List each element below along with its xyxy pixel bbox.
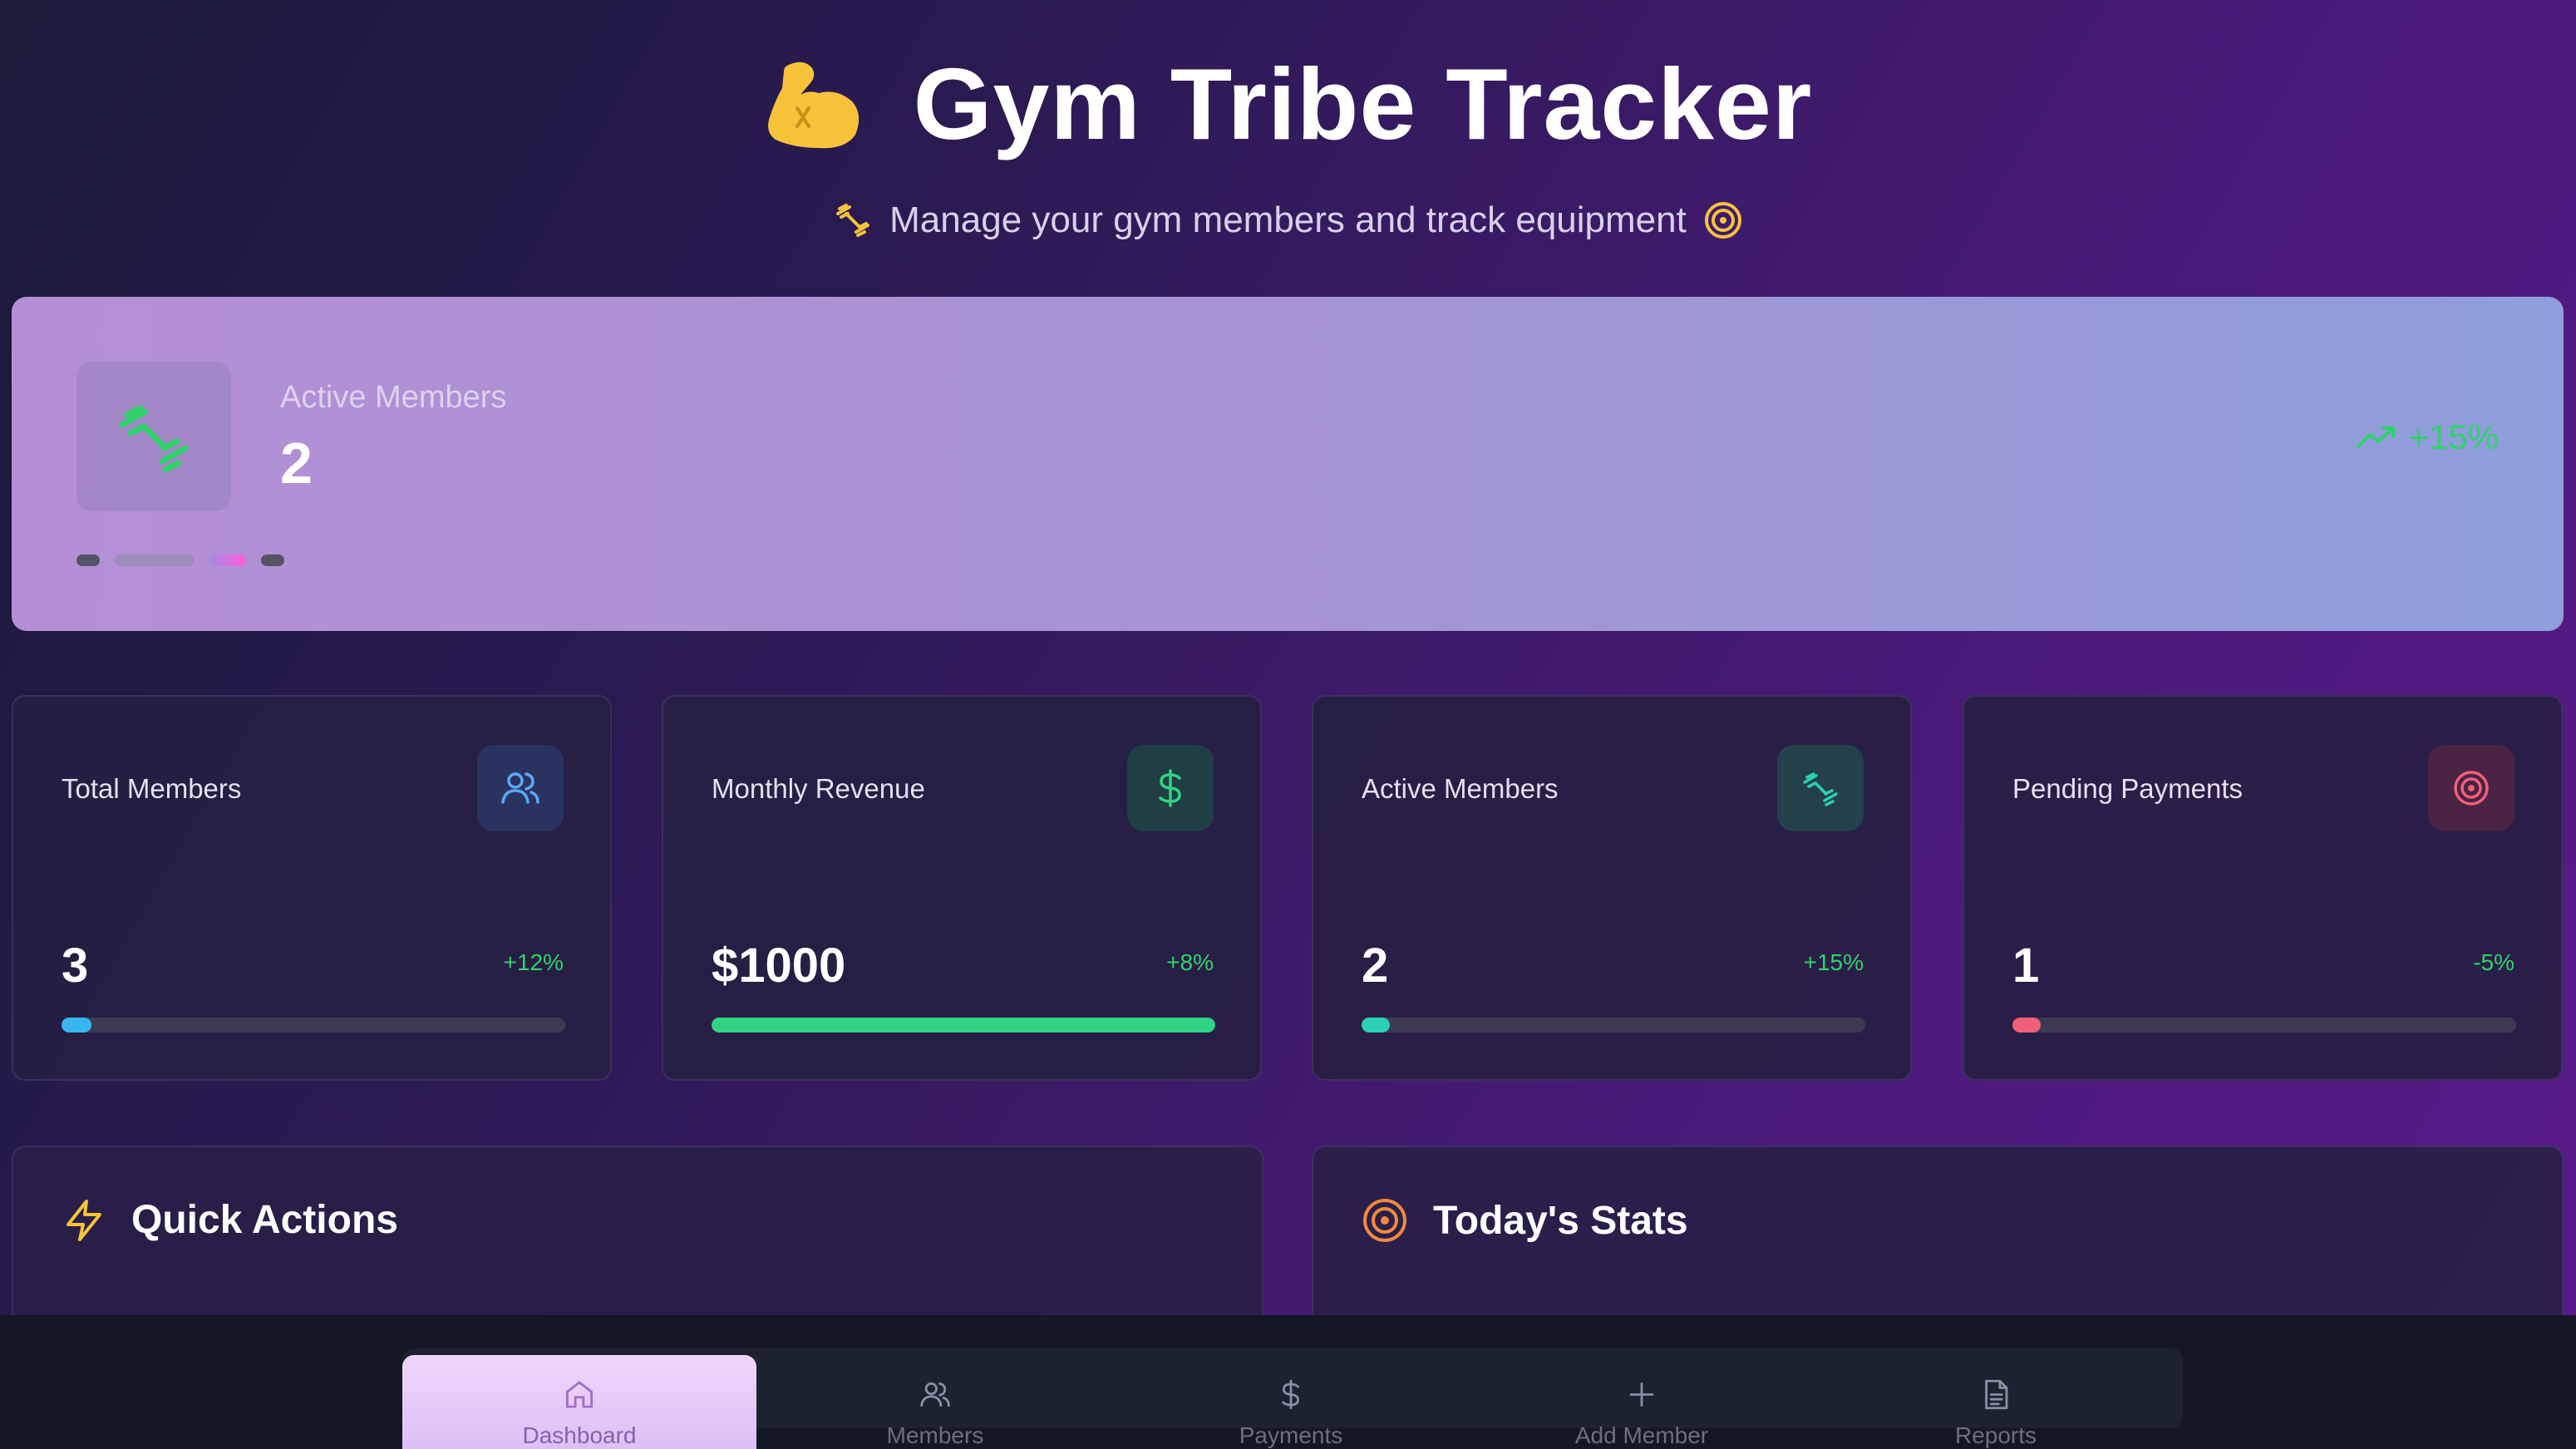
- nav-item-add-member[interactable]: Add Member: [1465, 1355, 1819, 1449]
- target-icon: [1704, 202, 1741, 239]
- stat-value: 1: [2012, 939, 2040, 993]
- bottom-navigation: Dashboard Members Payments Add Member Re…: [0, 1315, 2576, 1449]
- hero-trend: +15%: [2357, 417, 2499, 457]
- target-icon: [1363, 1199, 1406, 1242]
- carousel-indicators: [76, 554, 284, 566]
- stat-card-total-members[interactable]: Total Members 3 +12%: [12, 695, 612, 1081]
- hero-icon-box: [76, 362, 231, 511]
- nav-label: Members: [886, 1422, 984, 1448]
- nav-item-payments[interactable]: Payments: [1114, 1355, 1468, 1449]
- stat-icon-box: [2428, 745, 2514, 831]
- carousel-dot[interactable]: [76, 554, 100, 566]
- stats-grid: Total Members 3 +12% Monthly Revenue $10…: [12, 695, 2564, 1081]
- stat-icon-box: [1127, 745, 1214, 831]
- section-title: Today's Stats: [1433, 1198, 1688, 1243]
- dashboard-page: Gym Tribe Tracker Manage your gym member…: [0, 0, 2576, 1449]
- stat-label: Pending Payments: [2012, 773, 2244, 804]
- hero-label: Active Members: [280, 380, 507, 415]
- stat-icon-box: [477, 745, 564, 831]
- dollar-icon: [1159, 769, 1181, 807]
- nav-label: Reports: [1954, 1422, 2037, 1448]
- section-title: Quick Actions: [131, 1198, 398, 1242]
- nav-label: Payments: [1239, 1422, 1343, 1448]
- lightning-icon: [66, 1199, 101, 1241]
- plus-icon: [1629, 1382, 1654, 1407]
- stat-change: +15%: [1803, 949, 1864, 975]
- app-title: Gym Tribe Tracker: [913, 47, 1813, 160]
- users-icon: [920, 1382, 950, 1407]
- progress-fill: [2012, 1018, 2041, 1033]
- carousel-dot[interactable]: [115, 554, 195, 566]
- stat-label: Total Members: [62, 773, 242, 804]
- stat-card-active-members[interactable]: Active Members 2 +15%: [1312, 695, 1912, 1081]
- page-header: Gym Tribe Tracker Manage your gym member…: [0, 50, 2576, 241]
- stat-card-monthly-revenue[interactable]: Monthly Revenue $1000 +8%: [662, 695, 1262, 1081]
- hero-trend-value: +15%: [2408, 417, 2499, 456]
- hero-value: 2: [280, 431, 313, 495]
- page-subtitle: Manage your gym members and track equipm…: [889, 200, 1687, 240]
- stat-icon-box: [1777, 745, 1864, 831]
- stat-value: $1000: [712, 939, 846, 993]
- flexed-biceps-icon: [767, 62, 859, 149]
- dumbbell-icon: [119, 405, 189, 473]
- file-icon: [1985, 1379, 2008, 1410]
- stat-label: Monthly Revenue: [712, 773, 925, 804]
- hero-stat-card: Active Members 2 +15%: [12, 297, 2564, 631]
- nav-item-members[interactable]: Members: [758, 1355, 1112, 1449]
- stat-value: 2: [1362, 939, 1389, 993]
- stat-change: +8%: [1166, 949, 1214, 975]
- home-icon: [565, 1381, 594, 1408]
- trending-up-icon: [2357, 426, 2396, 448]
- users-icon: [501, 772, 539, 804]
- progress-bar: [712, 1018, 1215, 1033]
- nav-item-reports[interactable]: Reports: [1819, 1355, 2173, 1449]
- progress-bar: [62, 1018, 565, 1033]
- stat-change: -5%: [2473, 949, 2514, 975]
- progress-fill: [712, 1018, 1215, 1033]
- dumbbell-icon: [1803, 772, 1838, 806]
- nav-label: Add Member: [1574, 1422, 1709, 1448]
- stat-label: Active Members: [1362, 773, 1559, 804]
- progress-bar: [1362, 1018, 1865, 1033]
- target-icon: [2454, 771, 2489, 806]
- nav-label: Dashboard: [522, 1422, 637, 1448]
- progress-fill: [62, 1018, 92, 1033]
- stat-value: 3: [62, 939, 89, 993]
- progress-bar: [2012, 1018, 2516, 1033]
- dumbbell-icon: [836, 204, 870, 237]
- progress-fill: [1362, 1018, 1390, 1033]
- stat-card-pending-payments[interactable]: Pending Payments 1 -5%: [1963, 695, 2563, 1081]
- nav-item-dashboard[interactable]: Dashboard: [402, 1355, 756, 1449]
- stat-change: +12%: [503, 949, 564, 975]
- dollar-icon: [1282, 1379, 1299, 1410]
- carousel-dot[interactable]: [261, 554, 284, 566]
- carousel-dot-active[interactable]: [209, 554, 246, 566]
